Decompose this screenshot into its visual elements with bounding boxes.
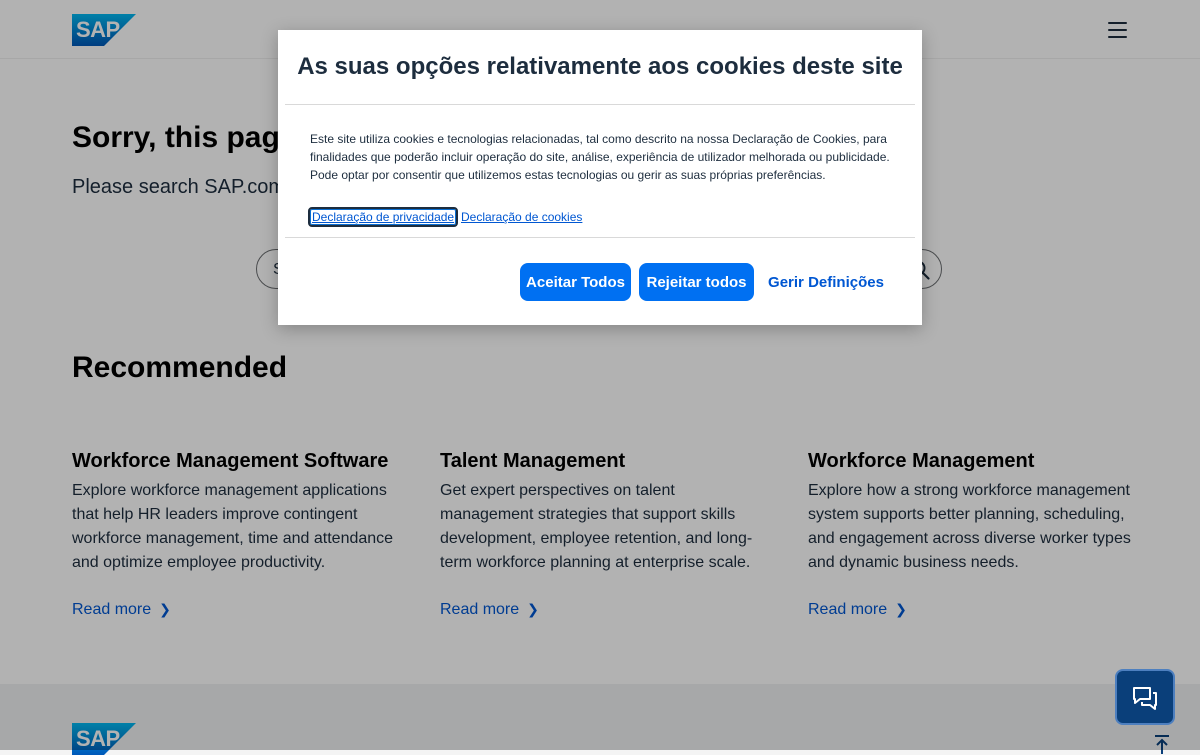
- accept-all-button[interactable]: Aceitar Todos: [520, 263, 631, 301]
- manage-settings-button[interactable]: Gerir Definições: [762, 263, 890, 301]
- cookie-consent-dialog: As suas opções relativamente aos cookies…: [278, 30, 922, 325]
- divider: [285, 237, 915, 238]
- cookie-dialog-text: Este site utiliza cookies e tecnologias …: [310, 132, 890, 182]
- chat-bubbles-icon: [1133, 687, 1157, 710]
- cookie-statement-link[interactable]: Declaração de cookies: [461, 209, 582, 225]
- divider: [285, 104, 915, 105]
- chat-button[interactable]: [1115, 669, 1175, 725]
- privacy-statement-link[interactable]: Declaração de privacidade: [308, 207, 459, 227]
- reject-all-button[interactable]: Rejeitar todos: [639, 263, 754, 301]
- cookie-dialog-title: As suas opções relativamente aos cookies…: [297, 53, 903, 80]
